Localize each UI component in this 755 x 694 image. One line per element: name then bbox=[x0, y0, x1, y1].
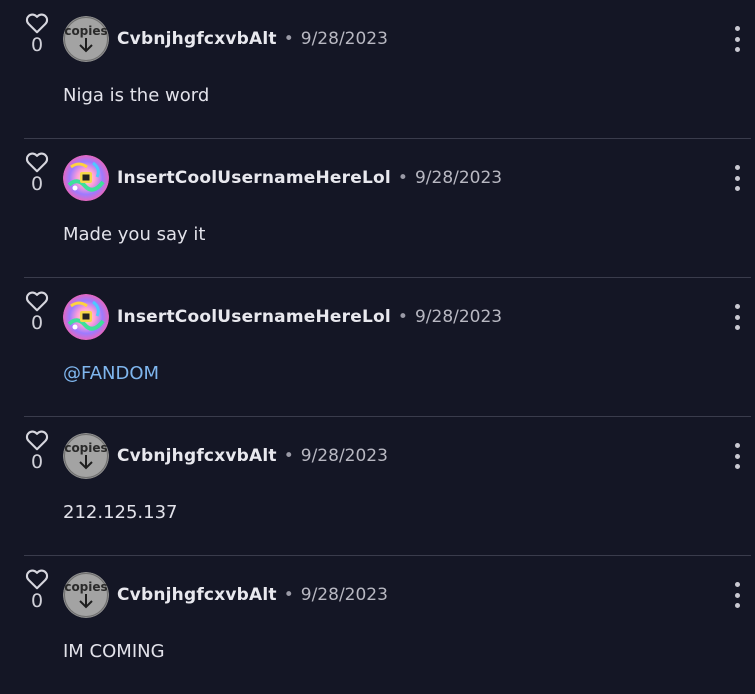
svg-text:copies: copies bbox=[64, 24, 107, 38]
comment-1: 0 copies CvbnjhgfcxvbAlt • 9/28/2023 Niga … bbox=[0, 0, 755, 139]
comment-meta: InsertCoolUsernameHereLol • 9/28/2023 bbox=[117, 166, 502, 190]
comment-date: 9/28/2023 bbox=[414, 168, 503, 188]
like-control: 0 bbox=[24, 12, 50, 55]
like-control: 0 bbox=[24, 151, 50, 194]
comment-text: Made you say it bbox=[63, 224, 206, 245]
like-count: 0 bbox=[30, 173, 44, 195]
comment-feed: 0 copies CvbnjhgfcxvbAlt • 9/28/2023 Niga … bbox=[0, 0, 755, 694]
more-options-icon[interactable] bbox=[732, 304, 742, 330]
copies-avatar-image: copies bbox=[63, 16, 109, 62]
comment-meta: CvbnjhgfcxvbAlt • 9/28/2023 bbox=[117, 444, 388, 468]
like-count: 0 bbox=[30, 312, 44, 334]
copies-avatar[interactable]: copies bbox=[63, 16, 109, 62]
meta-separator: • bbox=[283, 29, 294, 49]
heart-icon[interactable] bbox=[25, 12, 49, 34]
copies-avatar[interactable]: copies bbox=[63, 433, 109, 479]
more-options-icon[interactable] bbox=[732, 26, 742, 52]
like-count: 0 bbox=[30, 590, 44, 612]
more-options-icon[interactable] bbox=[732, 165, 742, 191]
comment-date: 9/28/2023 bbox=[300, 29, 388, 49]
comment-text: IM COMING bbox=[63, 641, 165, 662]
copies-avatar-image: copies bbox=[63, 572, 109, 618]
comment-text: @FANDOM bbox=[63, 363, 160, 384]
heart-icon[interactable] bbox=[25, 568, 49, 590]
meta-separator: • bbox=[397, 307, 408, 327]
comment-4: 0 copies CvbnjhgfcxvbAlt • 9/28/2023 212.1… bbox=[0, 417, 755, 556]
rainbow-avatar-image bbox=[63, 294, 109, 340]
comment-5: 0 copies CvbnjhgfcxvbAlt • 9/28/2023 IM CO… bbox=[0, 556, 755, 694]
heart-icon[interactable] bbox=[25, 290, 49, 312]
like-count: 0 bbox=[30, 451, 44, 473]
username-link[interactable]: CvbnjhgfcxvbAlt bbox=[117, 585, 277, 605]
copies-avatar-image: copies bbox=[63, 433, 109, 479]
username-link[interactable]: InsertCoolUsernameHereLol bbox=[117, 168, 391, 188]
svg-text:copies: copies bbox=[64, 580, 107, 594]
rainbow-avatar-image bbox=[63, 155, 109, 201]
like-control: 0 bbox=[24, 290, 50, 333]
like-control: 0 bbox=[24, 429, 50, 472]
copies-avatar[interactable]: copies bbox=[63, 572, 109, 618]
more-options-icon[interactable] bbox=[732, 582, 742, 608]
comment-date: 9/28/2023 bbox=[414, 307, 503, 327]
comment-date: 9/28/2023 bbox=[300, 585, 388, 605]
username-link[interactable]: InsertCoolUsernameHereLol bbox=[117, 307, 391, 327]
more-options-icon[interactable] bbox=[732, 443, 742, 469]
rainbow-avatar[interactable] bbox=[63, 155, 109, 201]
like-control: 0 bbox=[24, 568, 50, 611]
comment-meta: CvbnjhgfcxvbAlt • 9/28/2023 bbox=[117, 27, 388, 51]
meta-separator: • bbox=[283, 585, 294, 605]
username-link[interactable]: CvbnjhgfcxvbAlt bbox=[117, 446, 277, 466]
comment-meta: CvbnjhgfcxvbAlt • 9/28/2023 bbox=[117, 583, 388, 607]
comment-date: 9/28/2023 bbox=[300, 446, 388, 466]
meta-separator: • bbox=[283, 446, 294, 466]
svg-text:copies: copies bbox=[64, 441, 107, 455]
comment-meta: InsertCoolUsernameHereLol • 9/28/2023 bbox=[117, 305, 502, 329]
heart-icon[interactable] bbox=[25, 429, 49, 451]
comment-text: 212.125.137 bbox=[63, 502, 178, 523]
heart-icon[interactable] bbox=[25, 151, 49, 173]
comment-3: 0 InsertCoolUsernameHereLol • 9/28/2023 @F… bbox=[0, 278, 755, 417]
username-link[interactable]: CvbnjhgfcxvbAlt bbox=[117, 29, 277, 49]
meta-separator: • bbox=[397, 168, 408, 188]
comment-2: 0 InsertCoolUsernameHereLol • 9/28/2023 Ma… bbox=[0, 139, 755, 278]
rainbow-avatar[interactable] bbox=[63, 294, 109, 340]
comment-text: Niga is the word bbox=[63, 85, 210, 106]
like-count: 0 bbox=[30, 34, 44, 56]
